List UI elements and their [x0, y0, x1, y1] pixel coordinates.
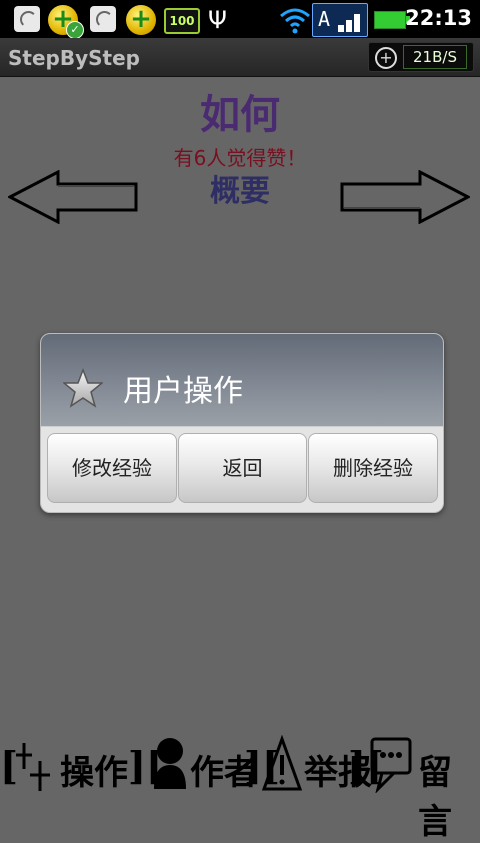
plus-icon[interactable]	[14, 735, 52, 793]
signal-off-icon	[14, 6, 40, 32]
next-arrow-icon[interactable]	[340, 170, 470, 224]
battery-icon	[374, 11, 410, 29]
clock: 22:13	[405, 6, 472, 30]
network-speed-widget[interactable]: + 21B/S	[368, 42, 474, 72]
plus-check-icon: + ✓	[48, 5, 84, 39]
battery-percent: 100	[169, 14, 195, 28]
dialog-header: 用户操作	[41, 334, 443, 427]
howto-heading: 如何	[200, 92, 280, 138]
comment-icon[interactable]	[370, 735, 412, 793]
back-button[interactable]: 返回	[178, 433, 307, 503]
bottom-toolbar: [ 操作 ][ 作者 ][ 举报 ][ 留言	[0, 735, 480, 842]
title-bar: StepByStep + 21B/S	[0, 38, 480, 77]
dialog-title: 用户操作	[123, 374, 243, 409]
delete-experience-button[interactable]: 删除经验	[308, 433, 438, 503]
status-bar: + ✓ + 100 Ψ A 22:13	[0, 0, 480, 39]
warning-icon[interactable]	[262, 735, 302, 793]
signal-off-icon	[90, 6, 116, 32]
wifi-icon	[280, 8, 310, 34]
prev-arrow-icon[interactable]	[8, 170, 138, 224]
plus-circle-icon: +	[375, 47, 397, 69]
dialog-button-row: 修改经验 返回 删除经验	[47, 433, 438, 505]
person-icon[interactable]	[150, 735, 190, 793]
star-icon	[63, 368, 103, 408]
app-title: StepByStep	[8, 46, 140, 70]
edit-experience-button[interactable]: 修改经验	[47, 433, 177, 503]
comment-button[interactable]: 留言	[418, 745, 480, 843]
network-letter: A	[318, 7, 331, 31]
operate-button[interactable]: 操作	[60, 745, 128, 794]
network-a-icon: A	[312, 3, 368, 37]
battery-100-icon: 100	[164, 8, 200, 34]
network-speed: 21B/S	[403, 45, 467, 69]
plus-icon: +	[126, 5, 156, 35]
usb-icon: Ψ	[208, 6, 227, 34]
user-action-dialog: 用户操作 修改经验 返回 删除经验	[40, 333, 444, 513]
